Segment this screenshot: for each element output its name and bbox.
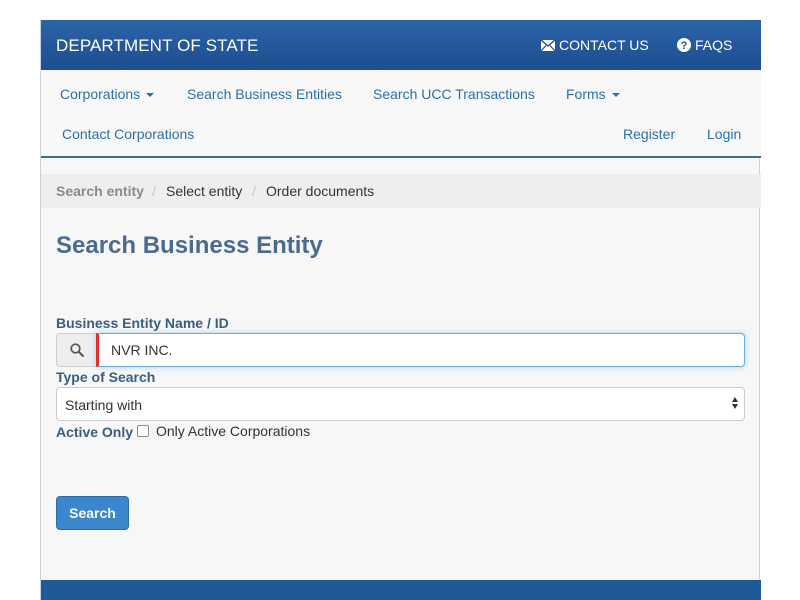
nav-item-search-business-entities[interactable]: Search Business Entities (187, 86, 342, 102)
main-nav: Corporations Search Business Entities Se… (41, 70, 761, 158)
contact-us-link[interactable]: CONTACT US (541, 37, 649, 53)
breadcrumb: Search entity / Select entity / Order do… (41, 174, 761, 208)
select-arrows-icon (732, 397, 738, 409)
type-of-search-value: Starting with (65, 397, 143, 413)
breadcrumb-step-search-entity: Search entity (56, 183, 144, 199)
nav-item-label: Search Business Entities (187, 86, 342, 102)
caret-down-icon (611, 93, 620, 98)
nav-item-forms[interactable]: Forms (566, 86, 620, 102)
envelope-icon (541, 39, 555, 51)
faqs-link[interactable]: ? FAQS (677, 37, 732, 53)
login-link[interactable]: Login (707, 126, 741, 142)
entity-name-input-group (56, 333, 745, 367)
active-only-checkbox-label[interactable]: Only Active Corporations (156, 423, 310, 439)
caret-down-icon (146, 93, 155, 98)
nav-item-search-ucc-transactions[interactable]: Search UCC Transactions (373, 86, 535, 102)
search-button[interactable]: Search (56, 496, 129, 530)
svg-text:?: ? (681, 40, 688, 52)
entity-name-input[interactable] (96, 333, 745, 367)
breadcrumb-separator: / (152, 183, 156, 199)
contact-us-label: CONTACT US (559, 37, 649, 53)
breadcrumb-separator: / (252, 183, 256, 199)
active-only-label: Active Only (56, 424, 134, 440)
question-circle-icon: ? (677, 38, 691, 52)
breadcrumb-step-order-documents: Order documents (266, 183, 375, 199)
entity-name-label: Business Entity Name / ID (56, 315, 229, 331)
faqs-label: FAQS (695, 37, 733, 53)
nav-item-label: Corporations (60, 86, 141, 102)
search-icon (56, 333, 96, 367)
page-frame: DEPARTMENT OF STATE CONTACT US ? FAQS Co… (40, 20, 761, 600)
site-footer (41, 580, 761, 600)
type-of-search-label: Type of Search (56, 369, 156, 385)
active-only-checkbox[interactable] (137, 425, 149, 437)
brand-title: DEPARTMENT OF STATE (56, 36, 259, 55)
register-link[interactable]: Register (623, 126, 675, 142)
nav-item-label: Contact Corporations (62, 126, 195, 142)
site-header: DEPARTMENT OF STATE CONTACT US ? FAQS (41, 20, 761, 70)
nav-item-contact-corporations[interactable]: Contact Corporations (62, 126, 194, 142)
nav-item-label: Search UCC Transactions (373, 86, 535, 102)
page-title: Search Business Entity (56, 232, 323, 259)
nav-item-label: Forms (566, 86, 606, 102)
nav-item-corporations[interactable]: Corporations (60, 86, 155, 102)
breadcrumb-step-select-entity: Select entity (166, 183, 243, 199)
type-of-search-select[interactable]: Starting with (56, 387, 745, 421)
